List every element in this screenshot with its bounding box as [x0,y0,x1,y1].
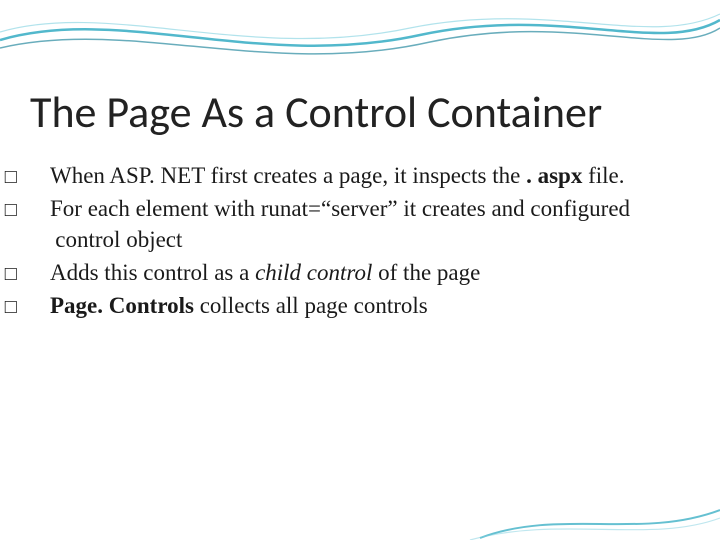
bullet-marker-icon: □ [30,261,50,288]
bullet-item: □Page. Controls collects all page contro… [30,290,690,321]
bullet-text: Page. Controls [50,293,194,318]
bullet-item: □When ASP. NET first creates a page, it … [30,160,690,191]
bullet-text: Adds this control as a [50,260,255,285]
bullet-text: child control [255,260,372,285]
bullet-marker-icon: □ [30,197,50,224]
bullet-text: For each element with runat=“server” it … [50,196,630,252]
slide: The Page As a Control Container □When AS… [0,0,720,540]
bullet-text: collects all page controls [194,293,428,318]
header-wave-decoration [0,0,720,70]
bullet-text: file. [582,163,624,188]
bullet-text: . aspx [526,163,582,188]
bullet-item: □For each element with runat=“server” it… [30,193,690,255]
bullet-marker-icon: □ [30,164,50,191]
bullet-item: □Adds this control as a child control of… [30,257,690,288]
bullet-text: When ASP. NET first creates a page, it i… [50,163,526,188]
slide-title: The Page As a Control Container [30,88,690,136]
footer-wave-decoration [0,500,720,540]
bullet-text: of the page [372,260,480,285]
bullet-list: □When ASP. NET first creates a page, it … [30,160,690,323]
bullet-marker-icon: □ [30,294,50,321]
